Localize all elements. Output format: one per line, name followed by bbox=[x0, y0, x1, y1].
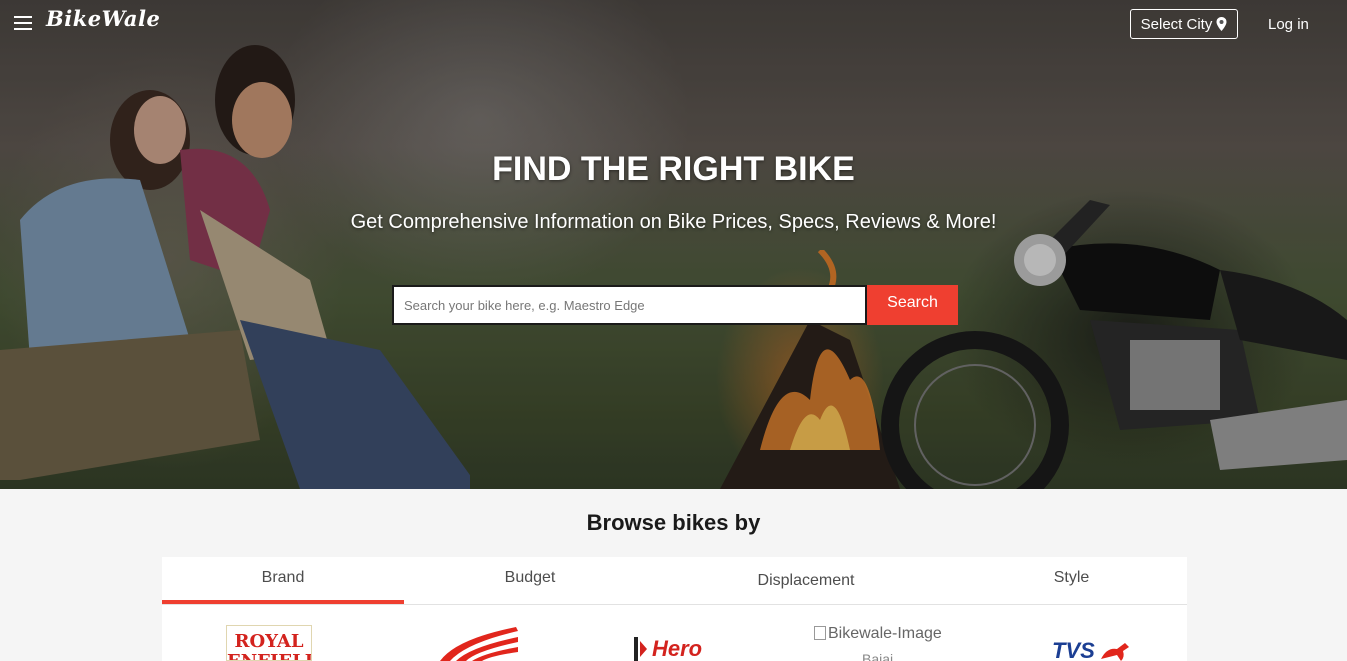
tab-displacement[interactable]: Displacement bbox=[656, 557, 956, 605]
location-pin-icon bbox=[1216, 17, 1227, 31]
brand-bajaj-image[interactable]: Bikewale-Image Bajaj bbox=[814, 625, 954, 661]
bike-search-input[interactable] bbox=[392, 285, 867, 325]
hero-overlay bbox=[0, 0, 1347, 489]
brand-tvs-logo[interactable]: TVS bbox=[1052, 638, 1131, 661]
broken-image-icon bbox=[814, 626, 826, 640]
hero-mark-icon bbox=[634, 637, 647, 661]
tab-brand[interactable]: Brand bbox=[162, 557, 404, 604]
bajaj-caption: Bajaj bbox=[862, 651, 894, 661]
tvs-brand-text: TVS bbox=[1052, 638, 1095, 661]
horse-icon bbox=[1100, 643, 1129, 661]
hero-brand-text: Hero bbox=[652, 636, 703, 661]
browse-section-title: Browse bikes by bbox=[586, 510, 761, 535]
browse-tabs: Brand Budget Displacement Style bbox=[162, 557, 1187, 605]
tab-style[interactable]: Style bbox=[956, 557, 1187, 605]
brand-hero-logo[interactable]: Hero bbox=[634, 636, 703, 661]
bike-search-form: Search bbox=[392, 285, 958, 325]
hamburger-menu-icon[interactable] bbox=[14, 16, 32, 32]
brand-honda-logo[interactable] bbox=[436, 625, 520, 661]
hero-banner: BikeWale Select City Log in FIND THE RIG… bbox=[0, 0, 1347, 489]
select-city-button[interactable]: Select City bbox=[1130, 9, 1238, 39]
search-button[interactable]: Search bbox=[867, 285, 958, 325]
hero-subtitle: Get Comprehensive Information on Bike Pr… bbox=[350, 211, 997, 233]
hero-title: FIND THE RIGHT BIKE bbox=[492, 150, 855, 188]
browse-card: Brand Budget Displacement Style ROYAL EN… bbox=[162, 557, 1187, 661]
tab-budget[interactable]: Budget bbox=[404, 557, 656, 605]
brand-royal-enfield-logo[interactable]: ROYAL ENFIELD bbox=[226, 625, 312, 661]
top-navigation-bar: BikeWale Select City Log in bbox=[0, 0, 1347, 50]
select-city-label: Select City bbox=[1140, 15, 1213, 33]
bajaj-image-alt: Bikewale-Image bbox=[828, 625, 942, 642]
bikewale-logo[interactable]: BikeWale bbox=[46, 6, 160, 31]
login-link[interactable]: Log in bbox=[1268, 16, 1309, 33]
